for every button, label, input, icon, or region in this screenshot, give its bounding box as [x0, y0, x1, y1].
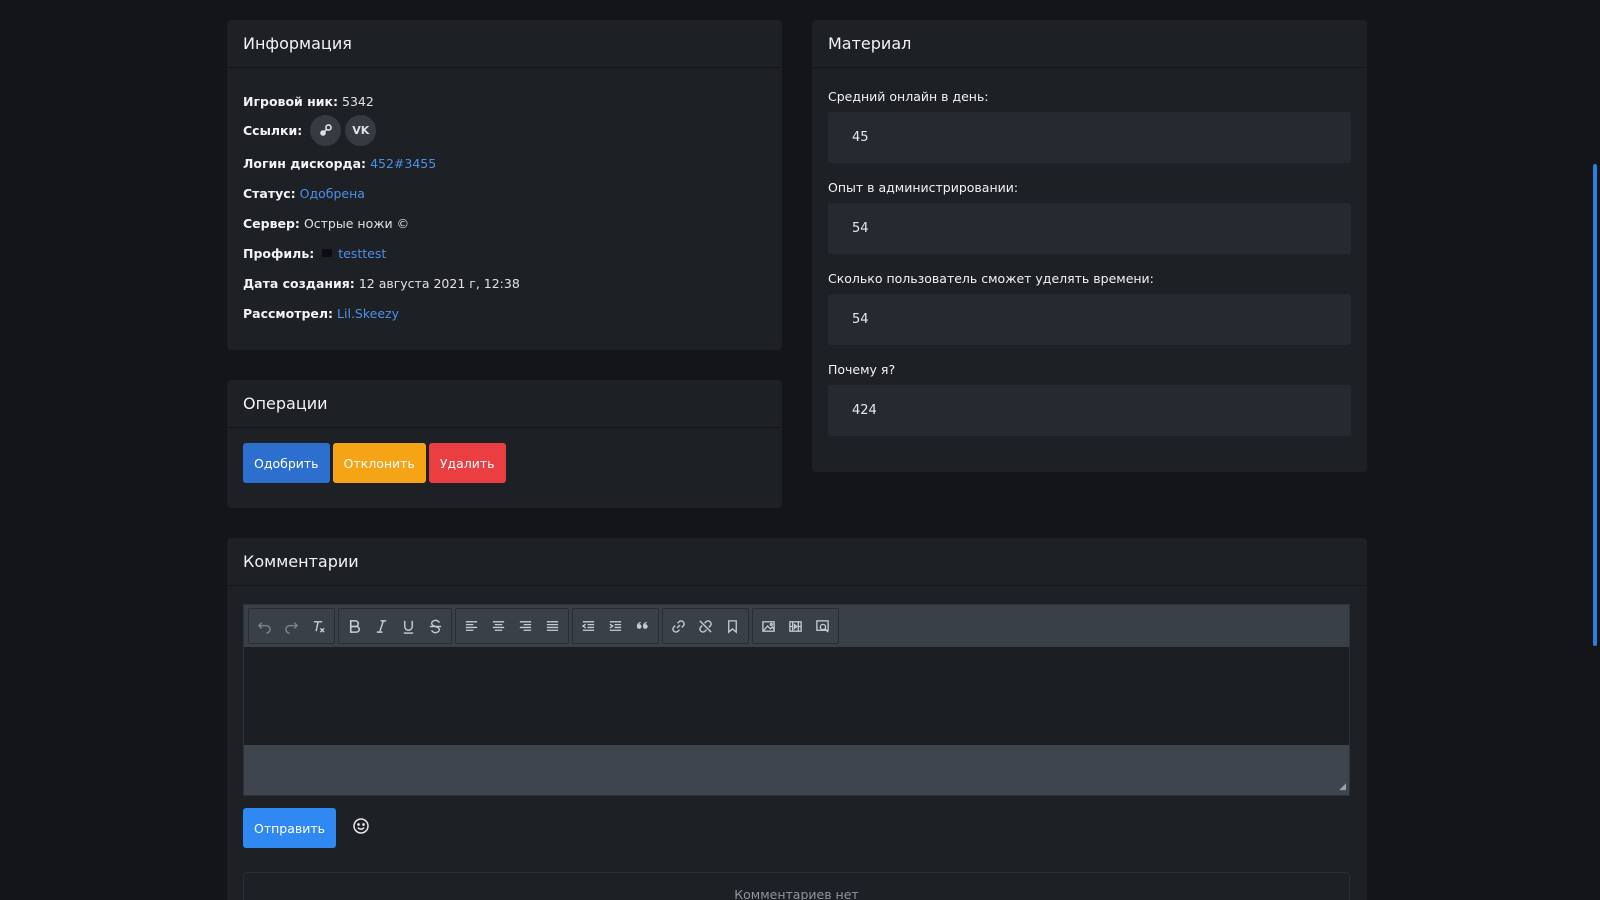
link-icon[interactable] — [665, 611, 692, 641]
status-row: Статус: Одобрена — [243, 178, 766, 208]
align-left-icon[interactable] — [458, 611, 485, 641]
comment-editor: ◢ — [243, 604, 1350, 796]
time-label: Сколько пользователь сможет уделять врем… — [828, 270, 1154, 286]
delete-button[interactable]: Удалить — [428, 443, 506, 483]
comment-text-area[interactable] — [244, 647, 1349, 745]
links-label: Ссылки: — [243, 122, 303, 138]
info-card: Информация Игровой ник: 5342 Ссылки: VK … — [227, 20, 782, 350]
blockquote-icon[interactable] — [629, 611, 656, 641]
strikethrough-icon[interactable] — [422, 611, 449, 641]
editor-statusbar: ◢ — [244, 745, 1349, 795]
image-icon[interactable] — [755, 611, 782, 641]
reject-button[interactable]: Отклонить — [332, 443, 426, 483]
alignment-group — [455, 608, 569, 644]
steam-icon[interactable] — [310, 114, 342, 146]
material-card: Материал Средний онлайн в день: 45 Опыт … — [812, 20, 1367, 472]
approve-button[interactable]: Одобрить — [243, 443, 330, 483]
video-icon[interactable] — [782, 611, 809, 641]
indent-icon[interactable] — [602, 611, 629, 641]
clear-format-icon[interactable] — [305, 611, 332, 641]
operations-card: Операции Одобрить Отклонить Удалить — [227, 380, 782, 508]
page-scrollbar[interactable] — [1590, 0, 1600, 900]
nick-label: Игровой ник: — [243, 93, 339, 109]
link-group — [662, 608, 749, 644]
preview-icon[interactable] — [809, 611, 836, 641]
online-field: 45 — [828, 112, 1351, 163]
why-me-field: 424 — [828, 385, 1351, 436]
send-row: Отправить — [243, 808, 370, 848]
italic-icon[interactable] — [368, 611, 395, 641]
server-row: Сервер: Острые ножи © — [243, 208, 766, 238]
reviewer-row: Рассмотрел: Lil.Skeezy — [243, 298, 766, 328]
send-button[interactable]: Отправить — [243, 808, 337, 848]
discord-row: Логин дискорда: 452#3455 — [243, 148, 766, 178]
online-label: Средний онлайн в день: — [828, 88, 989, 104]
bold-icon[interactable] — [341, 611, 368, 641]
time-field: 54 — [828, 294, 1351, 345]
operations-title: Операции — [227, 380, 782, 428]
editor-toolbar — [244, 605, 1349, 647]
text-style-group — [338, 608, 452, 644]
vk-icon[interactable]: VK — [345, 114, 377, 146]
why-me-label: Почему я? — [828, 361, 896, 377]
align-right-icon[interactable] — [512, 611, 539, 641]
material-title: Материал — [812, 20, 1367, 68]
unlink-icon[interactable] — [692, 611, 719, 641]
reviewer-label: Рассмотрел: — [243, 305, 334, 321]
reviewer-link[interactable]: Lil.Skeezy — [337, 306, 399, 321]
media-group — [752, 608, 839, 644]
align-center-icon[interactable] — [485, 611, 512, 641]
resize-handle-icon[interactable]: ◢ — [1339, 782, 1346, 792]
created-label: Дата создания: — [243, 275, 355, 291]
experience-label: Опыт в администрировании: — [828, 179, 1019, 195]
server-label: Сервер: — [243, 215, 300, 231]
nick-value: 5342 — [342, 93, 374, 109]
server-value: Острые ножи © — [303, 215, 410, 231]
status-label: Статус: — [243, 185, 296, 201]
avatar — [322, 249, 333, 257]
discord-label: Логин дискорда: — [243, 155, 367, 171]
no-comments-message: Комментариев нет — [243, 872, 1350, 900]
indent-group — [572, 608, 659, 644]
emoji-icon[interactable] — [352, 817, 370, 839]
experience-field: 54 — [828, 203, 1351, 254]
outdent-icon[interactable] — [575, 611, 602, 641]
profile-link[interactable]: testtest — [338, 246, 386, 261]
undo-icon[interactable] — [251, 611, 278, 641]
comments-card: Комментарии ◢ Отправить Комментариев нет — [227, 538, 1367, 900]
profile-label: Профиль: — [243, 245, 315, 261]
scrollbar-thumb[interactable] — [1593, 164, 1597, 646]
underline-icon[interactable] — [395, 611, 422, 641]
discord-link[interactable]: 452#3455 — [370, 156, 436, 171]
info-title: Информация — [227, 20, 782, 68]
created-row: Дата создания: 12 августа 2021 г, 12:38 — [243, 268, 766, 298]
history-group — [248, 608, 335, 644]
profile-row: Профиль: testtest — [243, 238, 766, 268]
created-value: 12 августа 2021 г, 12:38 — [358, 275, 520, 291]
status-value: Одобрена — [299, 185, 365, 201]
bookmark-icon[interactable] — [719, 611, 746, 641]
align-justify-icon[interactable] — [539, 611, 566, 641]
links-row: Ссылки: VK — [243, 110, 766, 150]
redo-icon[interactable] — [278, 611, 305, 641]
comments-title: Комментарии — [227, 538, 1367, 586]
